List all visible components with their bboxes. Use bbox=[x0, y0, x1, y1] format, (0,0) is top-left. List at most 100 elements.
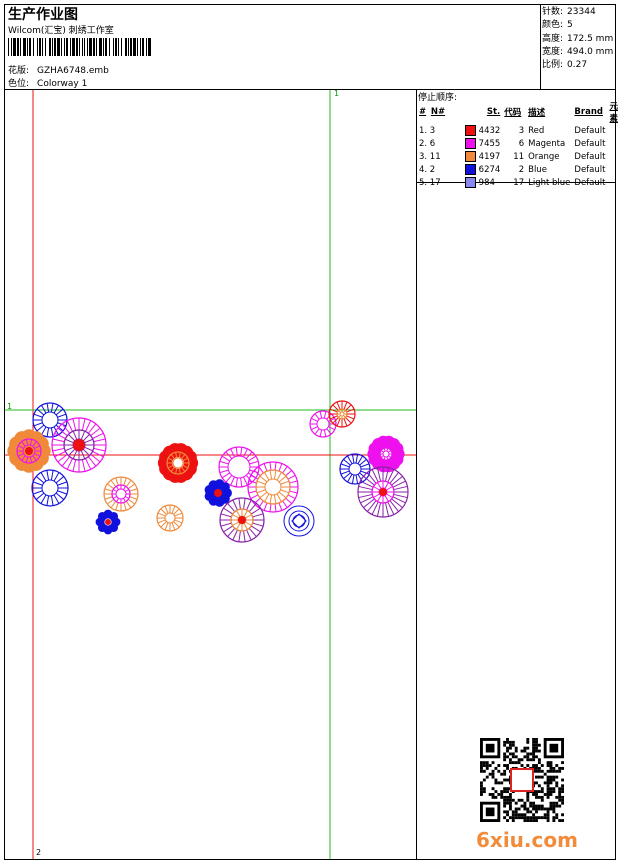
legend-code: 2 bbox=[518, 164, 525, 175]
legend-element bbox=[607, 150, 620, 163]
legend-brand: Default bbox=[574, 125, 606, 136]
pattern-label: 花版: bbox=[8, 66, 30, 76]
legend-row: 4. 2 6274 2 Blue Default bbox=[417, 163, 620, 176]
legend-stitches: 4432 bbox=[463, 124, 502, 137]
flower-blue-concentric bbox=[283, 505, 315, 537]
pattern-line: 花版: GZHA6748.emb bbox=[8, 63, 109, 76]
flower-magenta-mid bbox=[218, 446, 260, 488]
legend-desc: Blue bbox=[528, 164, 547, 175]
legend-brand: Default bbox=[574, 164, 606, 175]
legend-element bbox=[607, 137, 620, 150]
stats-divider bbox=[540, 4, 541, 89]
qr-center-logo bbox=[510, 768, 534, 792]
colorway-value: Colorway 1 bbox=[37, 79, 88, 89]
site-watermark: 6xiu.com bbox=[476, 828, 578, 852]
stitches-label: 针数: bbox=[542, 7, 564, 17]
color-swatch bbox=[464, 138, 476, 149]
flower-center bbox=[379, 488, 387, 496]
flower-motif bbox=[255, 469, 291, 505]
flower-center bbox=[238, 516, 246, 524]
legend-code: 6 bbox=[518, 138, 525, 149]
legend-element bbox=[607, 163, 620, 176]
legend-col-code: 代码 bbox=[504, 108, 522, 118]
scale-row: 比例: 0.27 bbox=[542, 59, 613, 72]
flower-red-top bbox=[328, 400, 356, 428]
legend-col-number: N# bbox=[430, 107, 446, 117]
flower-motif bbox=[111, 484, 131, 504]
legend-code: 3 bbox=[518, 125, 525, 136]
color-legend-table: # N# St. 代码 描述 Brand 元素 1. 3 4432 3 Red … bbox=[417, 100, 620, 189]
studio-name: Wilcom(汇宝) 刺绣工作室 bbox=[8, 26, 114, 36]
flower-orange-small bbox=[156, 504, 184, 532]
legend-stitches: 984 bbox=[463, 176, 502, 189]
legend-header-row: # N# St. 代码 描述 Brand 元素 bbox=[417, 100, 620, 124]
embroidery-design-canvas bbox=[5, 90, 416, 859]
legend-seq: 2. 6 bbox=[419, 138, 436, 149]
width-row: 宽度: 494.0 mm bbox=[542, 46, 613, 59]
flower-magenta-top bbox=[309, 410, 337, 438]
colors-row: 颜色: 5 bbox=[542, 19, 613, 32]
legend-seq: 4. 2 bbox=[419, 164, 436, 175]
width-label: 宽度: bbox=[542, 46, 564, 57]
legend-desc: Red bbox=[528, 125, 545, 136]
flower-motif bbox=[336, 408, 348, 420]
left-guide-marker: 1 bbox=[7, 402, 13, 411]
legend-desc: Light blue bbox=[528, 177, 571, 188]
legend-seq: 3. 11 bbox=[419, 151, 441, 162]
legend-divider bbox=[416, 89, 417, 860]
legend-col-stitches: St. bbox=[486, 107, 501, 117]
legend-col-seq: # bbox=[419, 107, 427, 117]
legend-brand: Default bbox=[574, 138, 606, 149]
flower-motifs bbox=[7, 400, 409, 543]
stitches-row: 针数: 23344 bbox=[542, 6, 613, 19]
legend-stitches: 4197 bbox=[463, 150, 502, 163]
stitch-count: 6274 bbox=[478, 165, 501, 175]
legend-desc: Orange bbox=[528, 151, 560, 162]
flower-blue-right bbox=[339, 453, 371, 485]
legend-desc: Magenta bbox=[528, 138, 566, 149]
flower-center bbox=[105, 519, 111, 525]
pattern-value: GZHA6748.emb bbox=[37, 66, 109, 76]
colors-label: 颜色: bbox=[542, 20, 564, 31]
top-guide-marker: 1 bbox=[334, 89, 340, 98]
scale-label: 比例: bbox=[542, 60, 564, 71]
legend-code: 11 bbox=[513, 151, 525, 162]
flower-center bbox=[214, 489, 222, 497]
flower-orange-mid bbox=[103, 476, 139, 512]
design-stats: 针数: 23344 颜色: 5 高度: 172.5 mm 宽度: 494.0 mm 比例… bbox=[542, 6, 613, 72]
legend-element bbox=[607, 124, 620, 137]
legend-code: 17 bbox=[513, 177, 525, 188]
legend-row: 3. 11 4197 11 Orange Default bbox=[417, 150, 620, 163]
page-title: 生产作业图 bbox=[8, 7, 78, 23]
legend-row: 2. 6 7455 6 Magenta Default bbox=[417, 137, 620, 150]
stitches-value: 23344 bbox=[567, 7, 596, 17]
width-value: 494.0 mm bbox=[567, 46, 614, 57]
legend-brand: Default bbox=[574, 151, 606, 162]
legend-stitches: 6274 bbox=[463, 163, 502, 176]
legend-element bbox=[607, 176, 620, 189]
height-row: 高度: 172.5 mm bbox=[542, 33, 613, 46]
barcode bbox=[8, 38, 151, 56]
color-swatch bbox=[464, 164, 476, 175]
flower-blue-lower bbox=[31, 469, 69, 507]
legend-col-element: 元素 bbox=[609, 102, 618, 124]
stitch-count: 4197 bbox=[478, 152, 501, 162]
bottom-guide-marker: 2 bbox=[36, 848, 42, 857]
flower-center bbox=[73, 439, 85, 451]
legend-row: 5. 17 984 17 Light blue Default bbox=[417, 176, 620, 189]
stitch-count: 984 bbox=[478, 178, 495, 188]
flower-center bbox=[25, 447, 33, 455]
legend-row: 1. 3 4432 3 Red Default bbox=[417, 124, 620, 137]
stitch-count: 4432 bbox=[478, 126, 501, 136]
flower-red-large bbox=[157, 443, 199, 483]
legend-stitches: 7455 bbox=[463, 137, 502, 150]
height-value: 172.5 mm bbox=[567, 33, 614, 44]
height-label: 高度: bbox=[542, 33, 564, 44]
color-swatch bbox=[464, 151, 476, 162]
stitch-count: 7455 bbox=[478, 139, 501, 149]
colorway-label: 色位: bbox=[8, 79, 30, 89]
color-swatch bbox=[464, 125, 476, 136]
legend-col-description: 描述 bbox=[528, 108, 546, 118]
scale-value: 0.27 bbox=[567, 60, 588, 71]
color-swatch bbox=[464, 177, 476, 188]
